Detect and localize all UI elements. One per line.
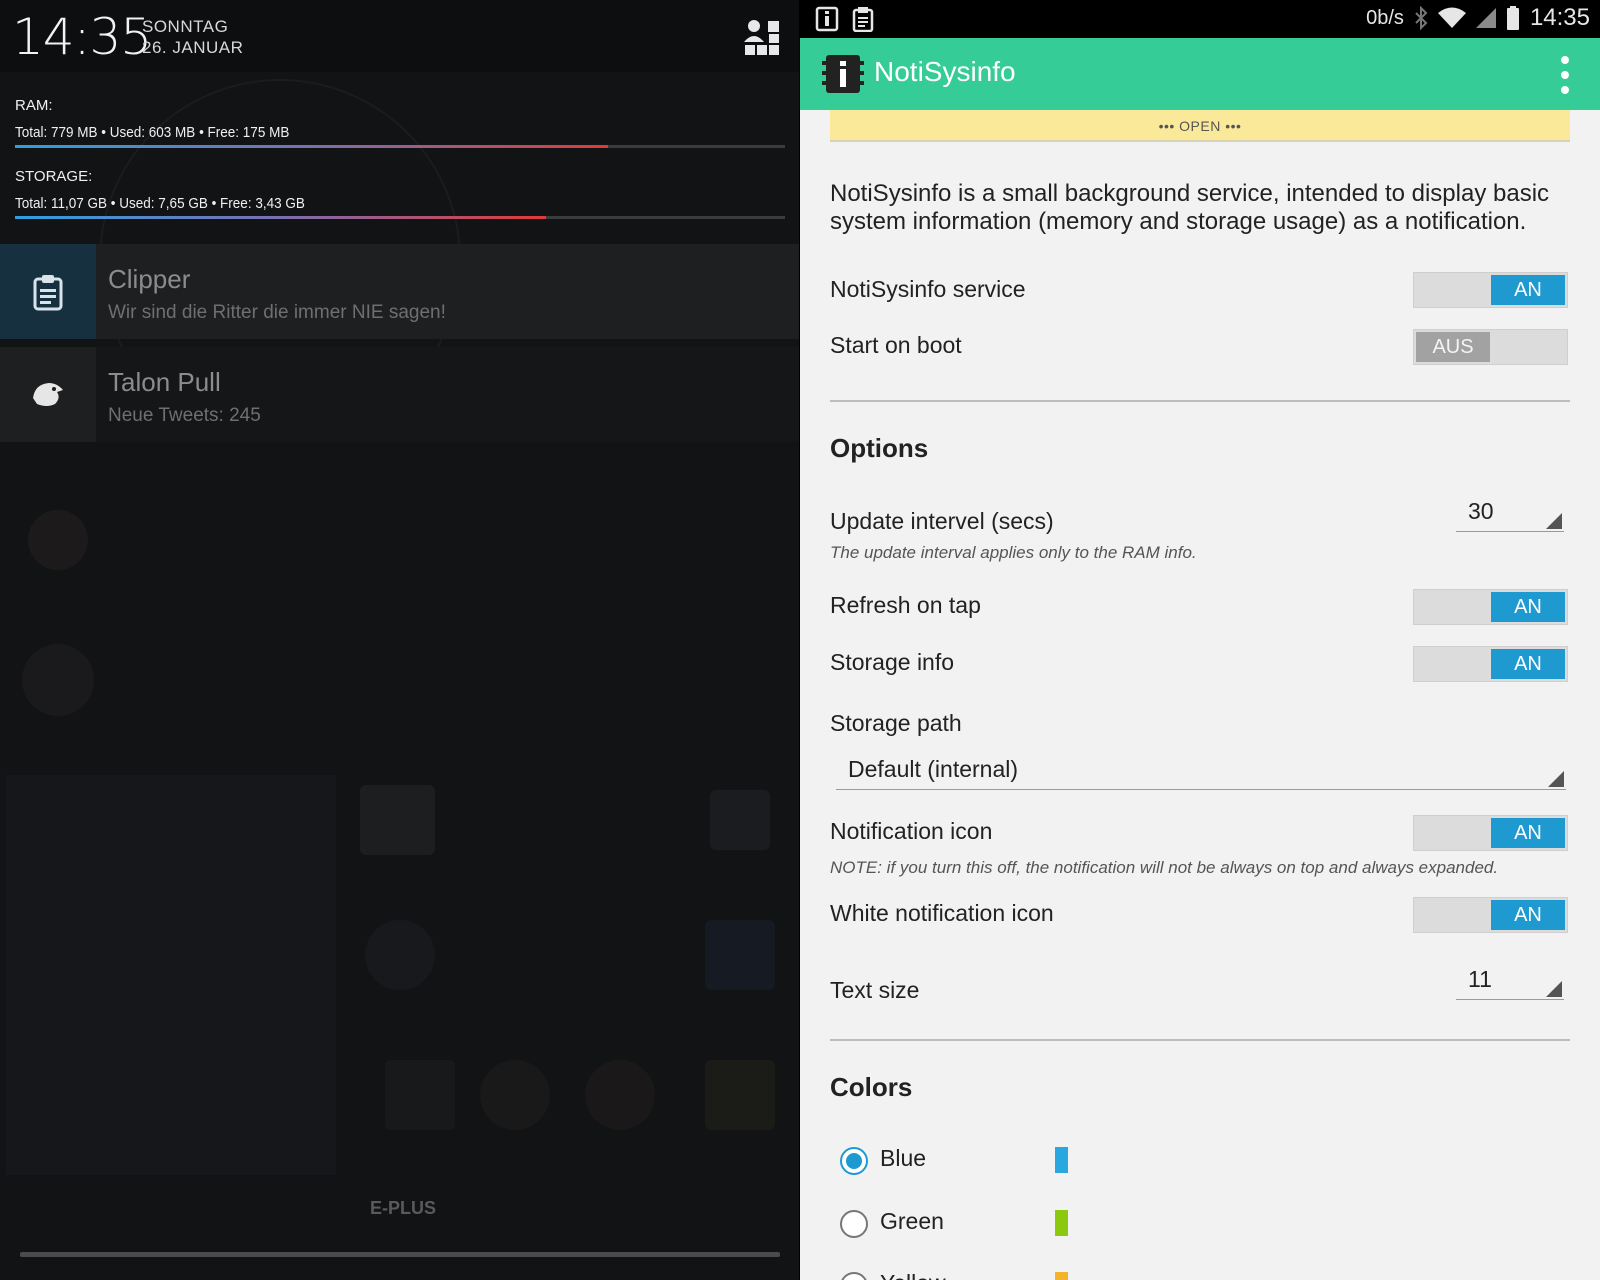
shade-day: SONNTAG (142, 17, 229, 36)
color-option-green[interactable]: Green (840, 1208, 1240, 1244)
ram-info[interactable]: RAM: Total: 779 MB • Used: 603 MB • Free… (15, 97, 785, 141)
shade-header: 14:35 SONNTAG 26. JANUAR (0, 0, 799, 72)
shade-date: 26. JANUAR (142, 38, 244, 57)
service-label: NotiSysinfo service (830, 276, 1026, 302)
update-interval-label: Update intervel (secs) (830, 508, 1054, 534)
ram-usage-fill (15, 145, 608, 148)
bluetooth-icon (1415, 6, 1428, 30)
notification-shade: 14:35 SONNTAG 26. JANUAR RAM: Total: 779… (0, 0, 799, 1280)
storage-path-spinner[interactable]: Default (internal) (836, 746, 1566, 790)
notification-talon[interactable]: Talon Pull Neue Tweets: 245 (0, 347, 799, 442)
notification-icon-state: AN (1491, 818, 1565, 848)
ram-values: Total: 779 MB • Used: 603 MB • Free: 175… (15, 124, 290, 141)
text-size-label: Text size (830, 977, 920, 1003)
storage-path-value: Default (internal) (848, 756, 1019, 782)
shade-drag-handle[interactable] (20, 1252, 780, 1257)
ram-usage-bar (15, 145, 785, 148)
battery-icon (1506, 6, 1519, 30)
boot-toggle-state: AUS (1416, 332, 1490, 362)
white-icon-state: AN (1491, 900, 1565, 930)
notification-icon-box (0, 347, 96, 442)
color-option-yellow[interactable]: Yellow (840, 1270, 1240, 1280)
notification-icon-label: Notification icon (830, 818, 993, 844)
status-time: 14:35 (1529, 4, 1590, 31)
white-icon-label: White notification icon (830, 900, 1054, 926)
update-interval-spinner[interactable]: 30 (1456, 492, 1564, 532)
storage-usage-fill (15, 216, 547, 219)
signal-icon (1475, 8, 1496, 28)
status-bar: 0b/s 14:35 (800, 0, 1600, 38)
dropdown-arrow-icon (1546, 981, 1562, 997)
refresh-on-tap-toggle[interactable]: AN (1413, 589, 1568, 625)
color-swatch (1055, 1210, 1068, 1236)
color-swatch (1055, 1147, 1068, 1173)
storage-label: STORAGE: (15, 168, 93, 185)
ram-label: RAM: (15, 97, 53, 114)
radio-button[interactable] (840, 1147, 868, 1175)
text-size-value: 11 (1468, 966, 1492, 992)
carrier-label: E-PLUS (370, 1198, 437, 1218)
storage-info-label: Storage info (830, 649, 955, 675)
refresh-on-tap-label: Refresh on tap (830, 592, 981, 618)
storage-info-state: AN (1491, 649, 1565, 679)
overflow-menu-icon[interactable] (1560, 56, 1570, 94)
radio-button[interactable] (840, 1210, 868, 1238)
color-label: Yellow (880, 1270, 946, 1280)
notification-text: Wir sind die Ritter die immer NIE sagen! (108, 302, 446, 323)
notification-title: Talon Pull (108, 367, 221, 397)
boot-label: Start on boot (830, 332, 962, 358)
talon-bird-icon (33, 382, 63, 406)
boot-toggle[interactable]: AUS (1413, 329, 1568, 365)
service-toggle-state: AN (1491, 275, 1565, 305)
action-bar: NotiSysinfo (800, 38, 1600, 110)
app-description: NotiSysinfo is a small background servic… (830, 180, 1550, 235)
notification-clipper[interactable]: Clipper Wir sind die Ritter die immer NI… (0, 244, 799, 339)
dropdown-arrow-icon (1546, 513, 1562, 529)
clipboard-icon (33, 274, 63, 310)
options-heading: Options (830, 433, 929, 463)
text-size-spinner[interactable]: 11 (1456, 960, 1564, 1000)
notification-icon-note: NOTE: if you turn this off, the notifica… (830, 858, 1499, 877)
update-interval-value: 30 (1468, 498, 1494, 524)
storage-usage-bar (15, 216, 785, 219)
divider (830, 1039, 1570, 1041)
storage-values: Total: 11,07 GB • Used: 7,65 GB • Free: … (15, 195, 305, 212)
open-banner[interactable]: ••• OPEN ••• (830, 110, 1570, 142)
notisysinfo-app: 0b/s 14:35 NotiSysinfo ••• OPEN ••• Noti… (800, 0, 1600, 1280)
notification-text: Neue Tweets: 245 (108, 405, 261, 426)
color-label: Blue (880, 1145, 927, 1171)
storage-info-toggle[interactable]: AN (1413, 646, 1568, 682)
radio-button[interactable] (840, 1272, 868, 1280)
dropdown-arrow-icon (1548, 771, 1564, 787)
update-interval-note: The update interval applies only to the … (830, 543, 1197, 562)
clipboard-icon (852, 7, 874, 32)
white-icon-toggle[interactable]: AN (1413, 897, 1568, 933)
shade-clock: 14:35 (12, 8, 152, 66)
network-speed: 0b/s (1366, 6, 1404, 29)
storage-info[interactable]: STORAGE: Total: 11,07 GB • Used: 7,65 GB… (15, 168, 785, 212)
color-swatch (1055, 1272, 1068, 1280)
service-toggle[interactable]: AN (1413, 272, 1568, 308)
notisysinfo-icon (815, 6, 839, 32)
app-logo-icon[interactable] (822, 52, 864, 96)
storage-path-label: Storage path (830, 710, 962, 736)
notification-title: Clipper (108, 264, 191, 294)
app-title: NotiSysinfo (874, 56, 1016, 87)
color-label: Green (880, 1208, 944, 1234)
colors-heading: Colors (830, 1072, 913, 1102)
wifi-icon (1437, 7, 1466, 28)
divider (830, 400, 1570, 402)
refresh-on-tap-state: AN (1491, 592, 1565, 622)
quick-settings-icon[interactable] (742, 18, 782, 58)
notification-icon-box (0, 244, 96, 339)
notification-icon-toggle[interactable]: AN (1413, 815, 1568, 851)
color-option-blue[interactable]: Blue (840, 1145, 1240, 1181)
